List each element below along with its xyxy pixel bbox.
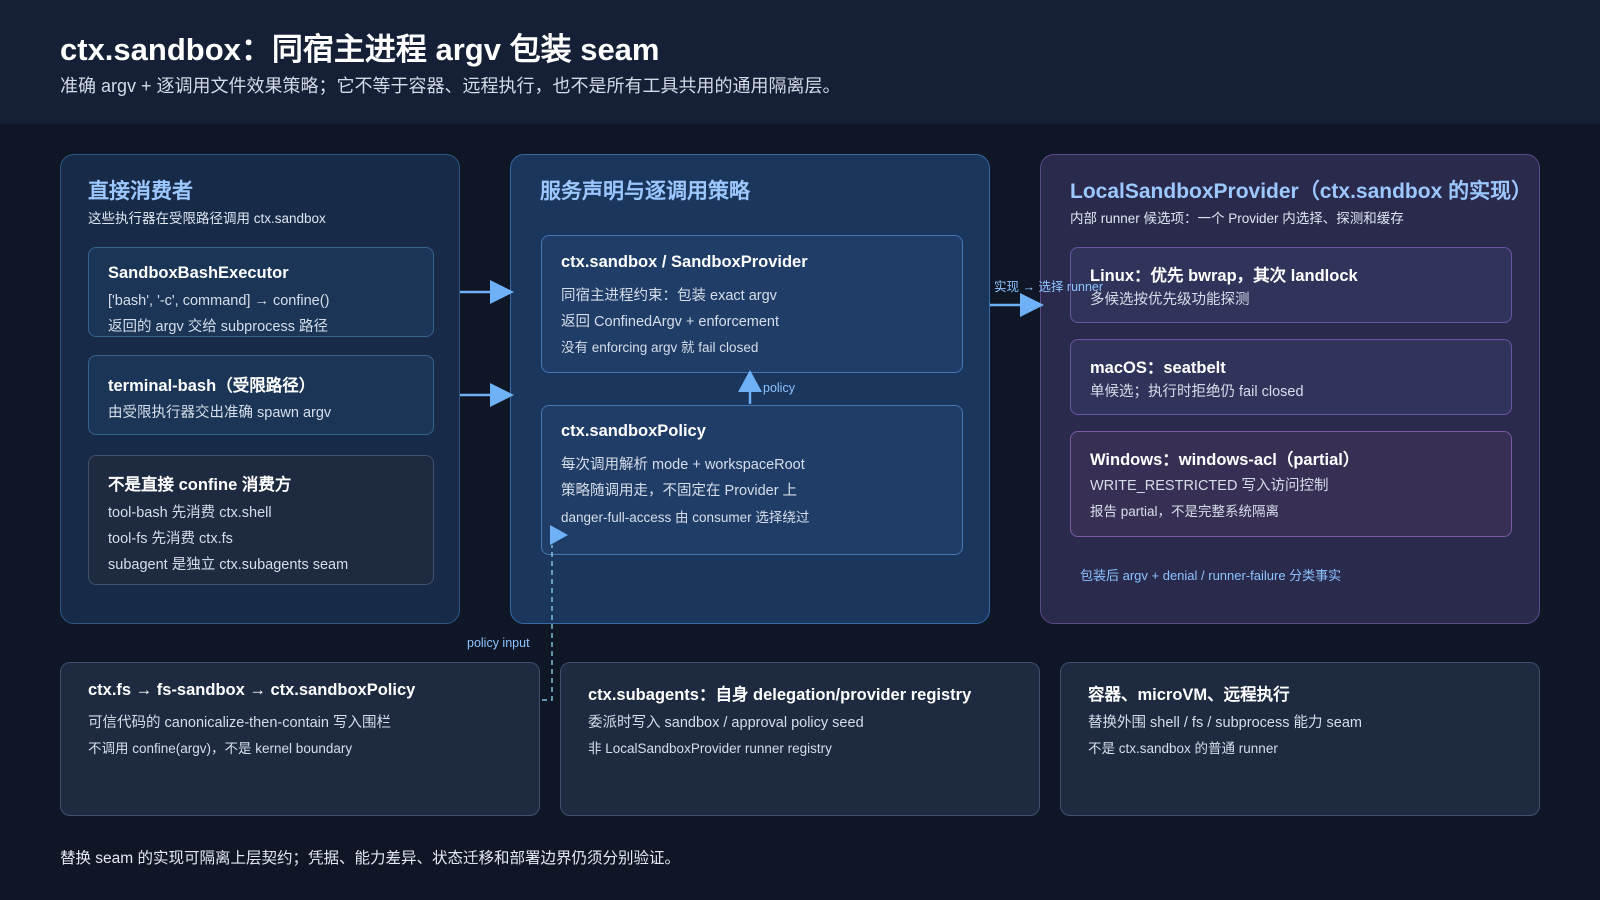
edge-label-implementation: 实现 → 选择 runner [994, 280, 1104, 294]
page-title: ctx.sandbox：同宿主进程 argv 包装 seam [60, 32, 660, 67]
card-line: 替换外围 shell / fs / subprocess 能力 seam [1088, 715, 1362, 731]
card-line: 策略随调用走，不固定在 Provider 上 [561, 483, 798, 499]
card-line: 委派时写入 sandbox / approval policy seed [588, 715, 864, 731]
card-title: ctx.fs → fs-sandbox → ctx.sandboxPolicy [88, 681, 416, 699]
card-line: 单候选；执行时拒绝仍 fail closed [1090, 384, 1304, 400]
consumers-title: 直接消费者 [88, 180, 193, 203]
header-bar: ctx.sandbox：同宿主进程 argv 包装 seam 准确 argv +… [0, 0, 1600, 124]
consumer-card-terminal-bash: terminal-bash（受限路径） 由受限执行器交出准确 spawn arg… [88, 355, 434, 435]
card-title: 容器、microVM、远程执行 [1088, 686, 1290, 704]
consumers-panel: 直接消费者 这些执行器在受限路径调用 ctx.sandbox SandboxBa… [60, 154, 460, 624]
card-title: macOS：seatbelt [1090, 359, 1226, 377]
runner-card-windows: Windows：windows-acl（partial） WRITE_RESTR… [1070, 431, 1512, 537]
runner-card-linux: Linux：优先 bwrap，其次 landlock 多候选按优先级功能探测 [1070, 247, 1512, 323]
footer-note: 替换 seam 的实现可隔离上层契约；凭据、能力差异、状态迁移和部署边界仍须分别… [60, 850, 681, 867]
page-subtitle: 准确 argv + 逐调用文件效果策略；它不等于容器、远程执行，也不是所有工具共… [60, 76, 841, 96]
card-line: WRITE_RESTRICTED 写入访问控制 [1090, 478, 1329, 494]
runner-card-macos: macOS：seatbelt 单候选；执行时拒绝仍 fail closed [1070, 339, 1512, 415]
policy-title: 服务声明与逐调用策略 [540, 180, 750, 203]
card-title: terminal-bash（受限路径） [108, 377, 316, 395]
card-line: ['bash', '-c', command] → confine() [108, 293, 330, 309]
consumers-subtitle: 这些执行器在受限路径调用 ctx.sandbox [88, 211, 326, 226]
card-line: 不是 ctx.sandbox 的普通 runner [1088, 741, 1278, 756]
consumer-card-sandbox-bash-executor: SandboxBashExecutor ['bash', '-c', comma… [88, 247, 434, 337]
card-line: 每次调用解析 mode + workspaceRoot [561, 457, 805, 473]
provider-panel: LocalSandboxProvider（ctx.sandbox 的实现） 内部… [1040, 154, 1540, 624]
non-consumer-card: 不是直接 confine 消费方 tool-bash 先消费 ctx.shell… [88, 455, 434, 585]
card-line: subagent 是独立 ctx.subagents seam [108, 557, 349, 573]
card-line: 由受限执行器交出准确 spawn argv [108, 405, 332, 421]
card-line: 报告 partial，不是完整系统隔离 [1090, 504, 1280, 519]
card-line: tool-bash 先消费 ctx.shell [108, 505, 272, 521]
bottom-card-subagents: ctx.subagents：自身 delegation/provider reg… [560, 662, 1040, 816]
card-title: ctx.sandboxPolicy [561, 422, 706, 440]
edge-label-policy-input: policy input [467, 636, 530, 650]
card-line: 多候选按优先级功能探测 [1090, 292, 1250, 308]
card-title: Linux：优先 bwrap，其次 landlock [1090, 267, 1358, 285]
card-line: 返回的 argv 交给 subprocess 路径 [108, 319, 328, 335]
card-line: 可信代码的 canonicalize-then-contain 写入围栏 [88, 715, 391, 731]
card-line: 不调用 confine(argv)，不是 kernel boundary [88, 741, 353, 756]
policy-panel: 服务声明与逐调用策略 ctx.sandbox / SandboxProvider… [510, 154, 990, 624]
card-title: ctx.subagents：自身 delegation/provider reg… [588, 686, 972, 704]
provider-title: LocalSandboxProvider（ctx.sandbox 的实现） [1070, 180, 1533, 203]
sandbox-policy-card: ctx.sandboxPolicy 每次调用解析 mode + workspac… [541, 405, 963, 555]
sandbox-provider-card: ctx.sandbox / SandboxProvider 同宿主进程约束：包装… [541, 235, 963, 373]
card-title: 不是直接 confine 消费方 [108, 476, 292, 494]
card-title: Windows：windows-acl（partial） [1090, 451, 1360, 469]
card-title: SandboxBashExecutor [108, 264, 289, 282]
card-title: ctx.sandbox / SandboxProvider [561, 253, 808, 271]
card-line: danger-full-access 由 consumer 选择绕过 [561, 510, 810, 525]
card-line: 没有 enforcing argv 就 fail closed [561, 340, 759, 355]
card-line: 同宿主进程约束：包装 exact argv [561, 288, 777, 304]
provider-output-note: 包装后 argv + denial / runner-failure 分类事实 [1080, 568, 1342, 583]
bottom-card-fs-sandbox: ctx.fs → fs-sandbox → ctx.sandboxPolicy … [60, 662, 540, 816]
card-line: 非 LocalSandboxProvider runner registry [588, 741, 832, 756]
card-line: tool-fs 先消费 ctx.fs [108, 531, 233, 547]
provider-subtitle: 内部 runner 候选项：一个 Provider 内选择、探测和缓存 [1070, 211, 1404, 226]
card-line: 返回 ConfinedArgv + enforcement [561, 314, 780, 330]
bottom-card-remote-execution: 容器、microVM、远程执行 替换外围 shell / fs / subpro… [1060, 662, 1540, 816]
edge-label-policy: policy [763, 381, 795, 395]
